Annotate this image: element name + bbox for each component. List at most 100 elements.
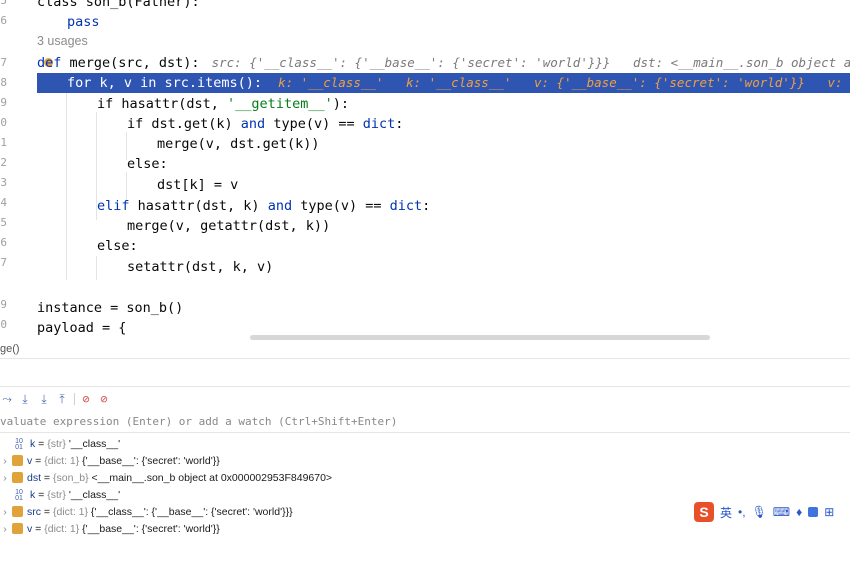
line-number: 5 bbox=[0, 0, 7, 7]
apps-grid-icon[interactable]: ⊞ bbox=[824, 505, 834, 519]
skin-icon[interactable]: ♦ bbox=[796, 505, 802, 519]
code-editor[interactable]: 5 6 7 8 9 0 1 2 3 4 5 6 7 9 0 classclass… bbox=[0, 0, 850, 340]
code-line[interactable]: else: bbox=[127, 154, 168, 174]
code-text: payload = { bbox=[37, 320, 127, 336]
line-number: 7 bbox=[0, 56, 7, 69]
inline-value-hint: k: '__class__' k: '__class__' v: {'__bas… bbox=[278, 75, 843, 90]
code-text: dst[k] = v bbox=[157, 177, 239, 193]
variable-value: '__class__' bbox=[68, 438, 121, 450]
variable-name: dst bbox=[27, 472, 42, 484]
variable-value: {'__base__': {'secret': 'world'}} bbox=[82, 455, 220, 467]
indent-guide bbox=[66, 92, 67, 280]
chevron-right-icon[interactable]: › bbox=[0, 470, 10, 487]
ime-toolbar[interactable]: S 英 •, 🎙 ⌨ ♦ ⊞ bbox=[694, 501, 834, 523]
step-into-icon[interactable]: ⤓ bbox=[18, 392, 32, 406]
toolbox-icon[interactable] bbox=[808, 507, 819, 517]
variable-name: v bbox=[27, 455, 33, 467]
variable-row[interactable]: › src = {dict: 1} {'__class__': {'__base_… bbox=[0, 504, 293, 521]
variable-row[interactable]: 10 01 k = {str} '__class__' bbox=[0, 436, 120, 453]
code-line[interactable]: pass bbox=[67, 12, 100, 32]
indent-guide bbox=[96, 256, 97, 280]
microphone-icon[interactable]: 🎙 bbox=[752, 505, 767, 519]
language-toggle[interactable]: 英 bbox=[720, 504, 732, 521]
code-line[interactable]: merge(v, dst.get(k)) bbox=[157, 134, 320, 154]
step-into-my-code-icon[interactable]: ⤓ bbox=[37, 392, 51, 406]
toolbar-separator bbox=[74, 393, 75, 405]
variable-name: v bbox=[27, 523, 33, 535]
mute-breakpoints-icon[interactable]: ⊘ bbox=[97, 392, 111, 406]
code-text: else: bbox=[97, 238, 138, 254]
code-text: ): bbox=[332, 96, 349, 112]
step-over-icon[interactable]: ⤳ bbox=[0, 392, 14, 406]
dict-icon bbox=[12, 455, 23, 466]
line-number: 9 bbox=[0, 298, 7, 311]
line-number: 2 bbox=[0, 156, 7, 169]
code-line[interactable]: setattr(dst, k, v) bbox=[127, 257, 273, 277]
code-line[interactable]: dst[k] = v bbox=[157, 175, 238, 195]
line-number: 3 bbox=[0, 176, 7, 189]
view-breakpoints-icon[interactable]: ⊘ bbox=[79, 392, 93, 406]
line-number: 5 bbox=[0, 216, 7, 229]
code-text: : bbox=[422, 198, 431, 214]
chevron-right-icon[interactable]: › bbox=[0, 521, 10, 538]
variable-type: {dict: 1} bbox=[44, 455, 80, 467]
code-line[interactable]: merge(v, getattr(dst, k)) bbox=[127, 216, 330, 236]
line-number: 1 bbox=[0, 136, 7, 149]
code-line[interactable]: payload = { bbox=[37, 318, 126, 338]
line-number: 7 bbox=[0, 256, 7, 269]
evaluate-expression-input[interactable]: valuate expression (Enter) or add a watc… bbox=[0, 412, 850, 433]
object-icon bbox=[12, 472, 23, 483]
code-text: class son_b(Father): bbox=[37, 0, 200, 10]
str-icon: 10 01 bbox=[15, 438, 23, 451]
code-line[interactable]: def merge(src, dst): src: {'__class__': {… bbox=[37, 53, 850, 73]
chevron-right-icon[interactable]: › bbox=[0, 504, 10, 521]
line-number: 0 bbox=[0, 318, 7, 331]
code-text: type(v) == bbox=[265, 116, 363, 132]
keyword: def bbox=[37, 55, 62, 71]
chevron-right-icon[interactable]: › bbox=[0, 453, 10, 470]
inline-value-hint: src: {'__class__': {'__base__': {'secret… bbox=[211, 55, 850, 70]
step-out-icon[interactable]: ⤒ bbox=[55, 392, 69, 406]
variable-value: <__main__.son_b object at 0x000002953F84… bbox=[91, 472, 333, 484]
debugger-toolbar: ⤳ ⤓ ⤓ ⤒ ⊘ ⊘ bbox=[0, 388, 850, 410]
code-text: if dst.get(k) bbox=[127, 116, 241, 132]
keyword: dict bbox=[389, 198, 423, 214]
code-text: : bbox=[395, 116, 404, 132]
code-line[interactable]: classclass son_b(Father): bbox=[37, 0, 200, 12]
code-text: merge(src, dst): bbox=[61, 55, 200, 71]
code-text: else: bbox=[127, 156, 168, 172]
variable-name: k bbox=[30, 438, 36, 450]
divider bbox=[0, 358, 850, 359]
code-line[interactable]: instance = son_b() bbox=[37, 298, 183, 318]
line-number: 8 bbox=[0, 76, 7, 89]
variable-type: {dict: 1} bbox=[44, 523, 80, 535]
keyword: and bbox=[240, 116, 266, 132]
breadcrumb[interactable]: ge() bbox=[0, 340, 850, 358]
keyword: dict bbox=[362, 116, 396, 132]
keyword: elif bbox=[97, 198, 130, 214]
code-line[interactable]: if hasattr(dst, '__getitem__'): bbox=[97, 94, 349, 114]
variable-name: src bbox=[27, 506, 41, 518]
current-execution-line[interactable]: for k, v in src.items(): k: '__class__' k… bbox=[37, 73, 850, 93]
breadcrumb-item[interactable]: ge() bbox=[0, 343, 20, 355]
code-text: setattr(dst, k, v) bbox=[127, 259, 274, 275]
variable-value: {'__base__': {'secret': 'world'}} bbox=[82, 523, 220, 535]
code-line[interactable]: elif hasattr(dst, k) and type(v) == dict… bbox=[97, 196, 430, 216]
code-text: instance = son_b() bbox=[37, 300, 184, 316]
punctuation-icon[interactable]: •, bbox=[738, 505, 746, 519]
sogou-logo-icon[interactable]: S bbox=[694, 502, 714, 522]
variable-row[interactable]: 10 01 k = {str} '__class__' bbox=[0, 487, 120, 504]
code-text: merge(v, dst.get(k)) bbox=[157, 136, 320, 152]
usages-hint[interactable]: 3 usages bbox=[37, 34, 88, 48]
variable-row[interactable]: › v = {dict: 1} {'__base__': {'secret': '… bbox=[0, 521, 220, 538]
variable-row[interactable]: › dst = {son_b} <__main__.son_b object at… bbox=[0, 470, 332, 487]
code-line[interactable]: else: bbox=[97, 236, 138, 256]
str-icon: 10 01 bbox=[15, 489, 23, 502]
variable-row[interactable]: › v = {dict: 1} {'__base__': {'secret': '… bbox=[0, 453, 220, 470]
keyboard-icon[interactable]: ⌨ bbox=[773, 505, 790, 519]
line-number: 6 bbox=[0, 236, 7, 249]
expand-arrow-spacer bbox=[0, 487, 10, 504]
line-number: 6 bbox=[0, 14, 7, 27]
variable-type: {son_b} bbox=[52, 472, 89, 484]
code-line[interactable]: if dst.get(k) and type(v) == dict: bbox=[127, 114, 403, 134]
